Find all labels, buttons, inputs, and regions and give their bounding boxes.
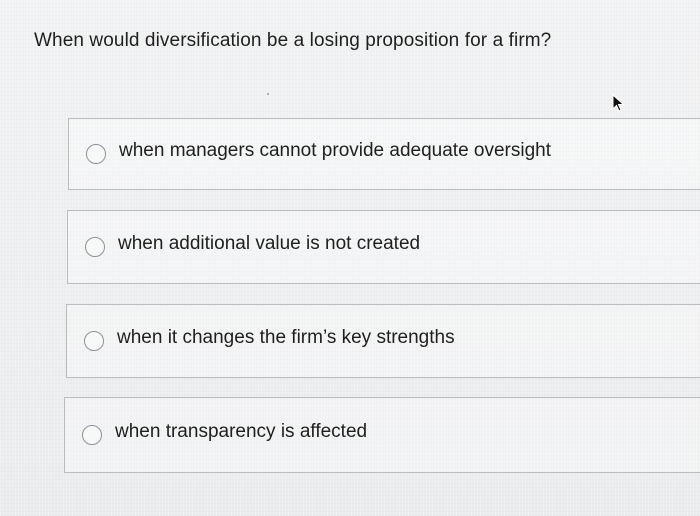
quiz-screen: When would diversification be a losing p… xyxy=(0,0,700,516)
radio-unselected-icon[interactable] xyxy=(85,237,105,257)
answer-option-3[interactable]: when it changes the firm’s key strengths xyxy=(66,304,700,378)
mouse-pointer-icon xyxy=(612,94,625,112)
answer-option-4[interactable]: when transparency is affected xyxy=(64,397,700,473)
answer-option-label: when transparency is affected xyxy=(115,421,368,442)
question-text: When would diversification be a losing p… xyxy=(34,30,552,51)
radio-unselected-icon[interactable] xyxy=(86,144,106,164)
answer-option-label: when managers cannot provide adequate ov… xyxy=(119,140,552,161)
answer-option-label: when additional value is not created xyxy=(118,233,421,254)
radio-unselected-icon[interactable] xyxy=(82,425,102,445)
answer-option-label: when it changes the firm’s key strengths xyxy=(117,327,455,348)
screen-speck xyxy=(267,93,269,95)
radio-unselected-icon[interactable] xyxy=(84,331,104,351)
answer-option-2[interactable]: when additional value is not created xyxy=(67,210,700,284)
answer-option-1[interactable]: when managers cannot provide adequate ov… xyxy=(68,118,700,190)
